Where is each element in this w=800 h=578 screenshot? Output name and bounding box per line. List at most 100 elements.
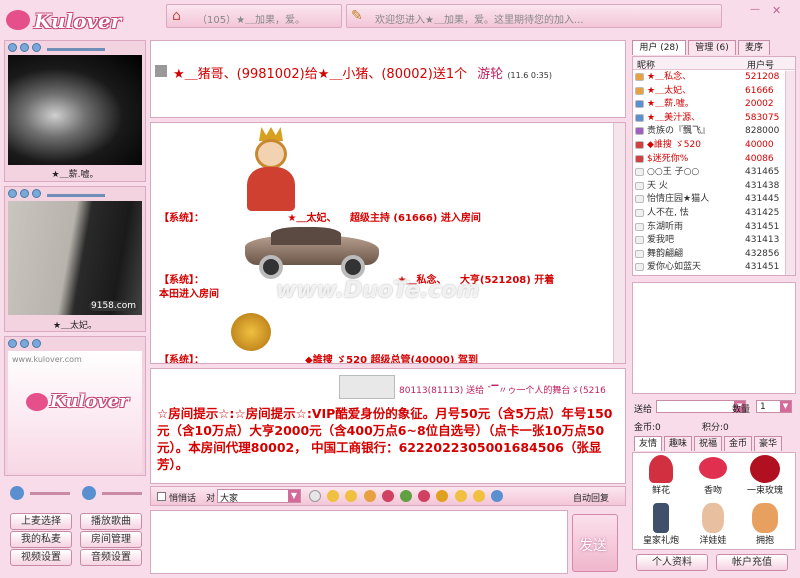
speaker-icon[interactable] xyxy=(20,339,29,348)
video-settings-button[interactable]: 视频设置 xyxy=(10,549,72,566)
send-button[interactable]: 发送 xyxy=(572,514,618,572)
tab-luxury[interactable]: 豪华 xyxy=(754,436,782,451)
qty-select[interactable]: 1 ▼ xyxy=(756,400,792,413)
gift-doll[interactable]: 洋娃娃 xyxy=(689,503,737,546)
settings-icon[interactable] xyxy=(490,490,503,502)
user-row[interactable]: 怡情庄园★猫人 431445 xyxy=(633,193,784,205)
auto-reply-label[interactable]: 自动回复 xyxy=(573,491,609,504)
chat-panel[interactable]: 【系统】： ★＿太妃、 超级主持 (61666) 进入房间 【系统】： ★＿私念… xyxy=(150,122,626,364)
play-music-button[interactable]: 播放歌曲 xyxy=(80,513,142,530)
mic-volume-icon[interactable] xyxy=(10,486,24,500)
user-row[interactable]: 贵族の『飄飞』 828000 xyxy=(633,125,784,137)
gift-roses[interactable]: 一束玫瑰 xyxy=(741,455,789,496)
queen-image xyxy=(243,127,299,211)
mic-icon[interactable] xyxy=(8,43,17,52)
speaker-icon[interactable] xyxy=(20,189,29,198)
roses-icon xyxy=(750,455,780,483)
camera-icon[interactable] xyxy=(32,189,41,198)
font-icon[interactable] xyxy=(309,490,321,502)
mic-volume-slider[interactable] xyxy=(30,492,70,495)
pet-icon[interactable] xyxy=(363,490,376,502)
gift-salute[interactable]: 皇家礼炮 xyxy=(637,503,685,546)
user-row[interactable]: ★＿私念、 521208 xyxy=(633,71,784,83)
action-icon[interactable] xyxy=(345,490,358,502)
mic-select-button[interactable]: 上麦选择 xyxy=(10,513,72,530)
music-icon[interactable] xyxy=(399,490,412,502)
user-row[interactable]: 天 火 431438 xyxy=(633,180,784,192)
room-info-bar[interactable]: ⌂ （105）★＿加果，爱。 xyxy=(166,4,342,28)
user-status-icon xyxy=(635,73,644,81)
speaker-icon[interactable] xyxy=(20,43,29,52)
close-button[interactable]: ✕ xyxy=(772,4,781,17)
user-row[interactable]: ★＿太妃、 61666 xyxy=(633,85,784,97)
user-row[interactable]: 人不在, 怯 431425 xyxy=(633,207,784,219)
mic-icon[interactable] xyxy=(8,189,17,198)
tab-mic-queue[interactable]: 麦序 xyxy=(738,40,770,55)
tab-admins[interactable]: 管理 (6) xyxy=(688,40,736,55)
tab-friendship[interactable]: 友情 xyxy=(634,436,662,451)
audio-settings-button[interactable]: 音频设置 xyxy=(80,549,142,566)
user-status-icon xyxy=(635,222,644,231)
user-list-tabs: 用户 (28) 管理 (6) 麦序 xyxy=(632,40,796,56)
chat-system-label: 【系统】： xyxy=(159,213,204,224)
gift-kiss[interactable]: 香吻 xyxy=(689,455,737,496)
gift-line: 80113(81113) 送给 ˇ▔〃ゥ一个人的舞台ゞ(5216 xyxy=(399,386,606,396)
room-manage-button[interactable]: 房间管理 xyxy=(80,531,142,548)
user-row[interactable]: ○○王 子○○ 431465 xyxy=(633,166,784,178)
placeholder-logo: Kulover xyxy=(50,391,129,412)
recharge-button[interactable]: 帐户充值 xyxy=(716,554,788,571)
camera-icon[interactable] xyxy=(32,43,41,52)
gift-name: 游轮 xyxy=(477,67,504,82)
profile-button[interactable]: 个人资料 xyxy=(636,554,708,571)
tab-users[interactable]: 用户 (28) xyxy=(632,40,686,55)
tab-coins[interactable]: 金币 xyxy=(724,436,752,451)
volume-slider[interactable] xyxy=(47,193,106,197)
col-nickname[interactable]: 昵称 xyxy=(637,58,655,71)
help-icon[interactable] xyxy=(472,490,485,502)
tab-fun[interactable]: 趣味 xyxy=(664,436,692,451)
user-row[interactable]: 东湖听雨 431451 xyxy=(633,221,784,233)
doll-icon xyxy=(702,503,724,533)
tab-blessing[interactable]: 祝福 xyxy=(694,436,722,451)
target-value: 大家 xyxy=(220,494,239,504)
chat-scrollbar[interactable] xyxy=(613,123,625,363)
user-row[interactable]: 爱你心如蓝天 431451 xyxy=(633,261,784,273)
user-row[interactable]: ★＿薪.嘘。 20002 xyxy=(633,98,784,110)
room-info-text: （105）★＿加果，爱。 xyxy=(197,15,306,26)
chevron-down-icon[interactable]: ▼ xyxy=(780,401,791,412)
speaker-volume-icon[interactable] xyxy=(82,486,96,500)
target-select[interactable]: 大家 ▼ xyxy=(217,489,301,504)
user-row[interactable]: 爱我吧 431413 xyxy=(633,234,784,246)
mic-icon[interactable] xyxy=(8,339,17,348)
user-row[interactable]: $迷死你% 40086 xyxy=(633,153,784,165)
minimize-button[interactable]: — xyxy=(750,4,760,15)
user-id: 431425 xyxy=(745,208,780,218)
gift-feed-text: ★＿猪哥、(9981002)给★＿小猪、(80002)送1个 xyxy=(173,67,468,82)
clock-icon[interactable] xyxy=(454,490,467,502)
user-status-icon xyxy=(635,86,644,95)
user-list-scrollbar[interactable] xyxy=(785,71,795,275)
volume-slider[interactable] xyxy=(47,47,106,51)
user-status-icon xyxy=(635,209,644,217)
chevron-down-icon[interactable]: ▼ xyxy=(288,490,300,502)
watermark: www.DuoTe.com xyxy=(276,278,480,303)
flower-icon[interactable] xyxy=(381,490,394,502)
emoji-icon[interactable] xyxy=(327,490,340,502)
user-row[interactable]: ★＿美汁源、 583075 xyxy=(633,112,784,124)
gift-hug[interactable]: 拥抱 xyxy=(741,503,789,546)
gift-flower[interactable]: 鲜花 xyxy=(637,455,685,496)
user-row[interactable]: 舞韵翩翩 432856 xyxy=(633,248,784,260)
gift-icon[interactable] xyxy=(418,490,431,502)
user-id: 40000 xyxy=(745,140,774,150)
user-status-icon xyxy=(635,168,644,177)
home-icon[interactable]: ⌂ xyxy=(172,8,188,24)
whisper-checkbox[interactable] xyxy=(157,492,166,501)
col-user-id[interactable]: 用户号 xyxy=(747,58,774,71)
star-icon[interactable] xyxy=(436,490,449,502)
camera-icon[interactable] xyxy=(32,339,41,348)
private-mic-button[interactable]: 我的私麦 xyxy=(10,531,72,548)
speaker-volume-slider[interactable] xyxy=(102,492,142,495)
user-id: 431445 xyxy=(745,194,780,205)
user-row[interactable]: ◆誰搜 ゞ520 40000 xyxy=(633,139,784,151)
message-input[interactable] xyxy=(150,510,568,574)
